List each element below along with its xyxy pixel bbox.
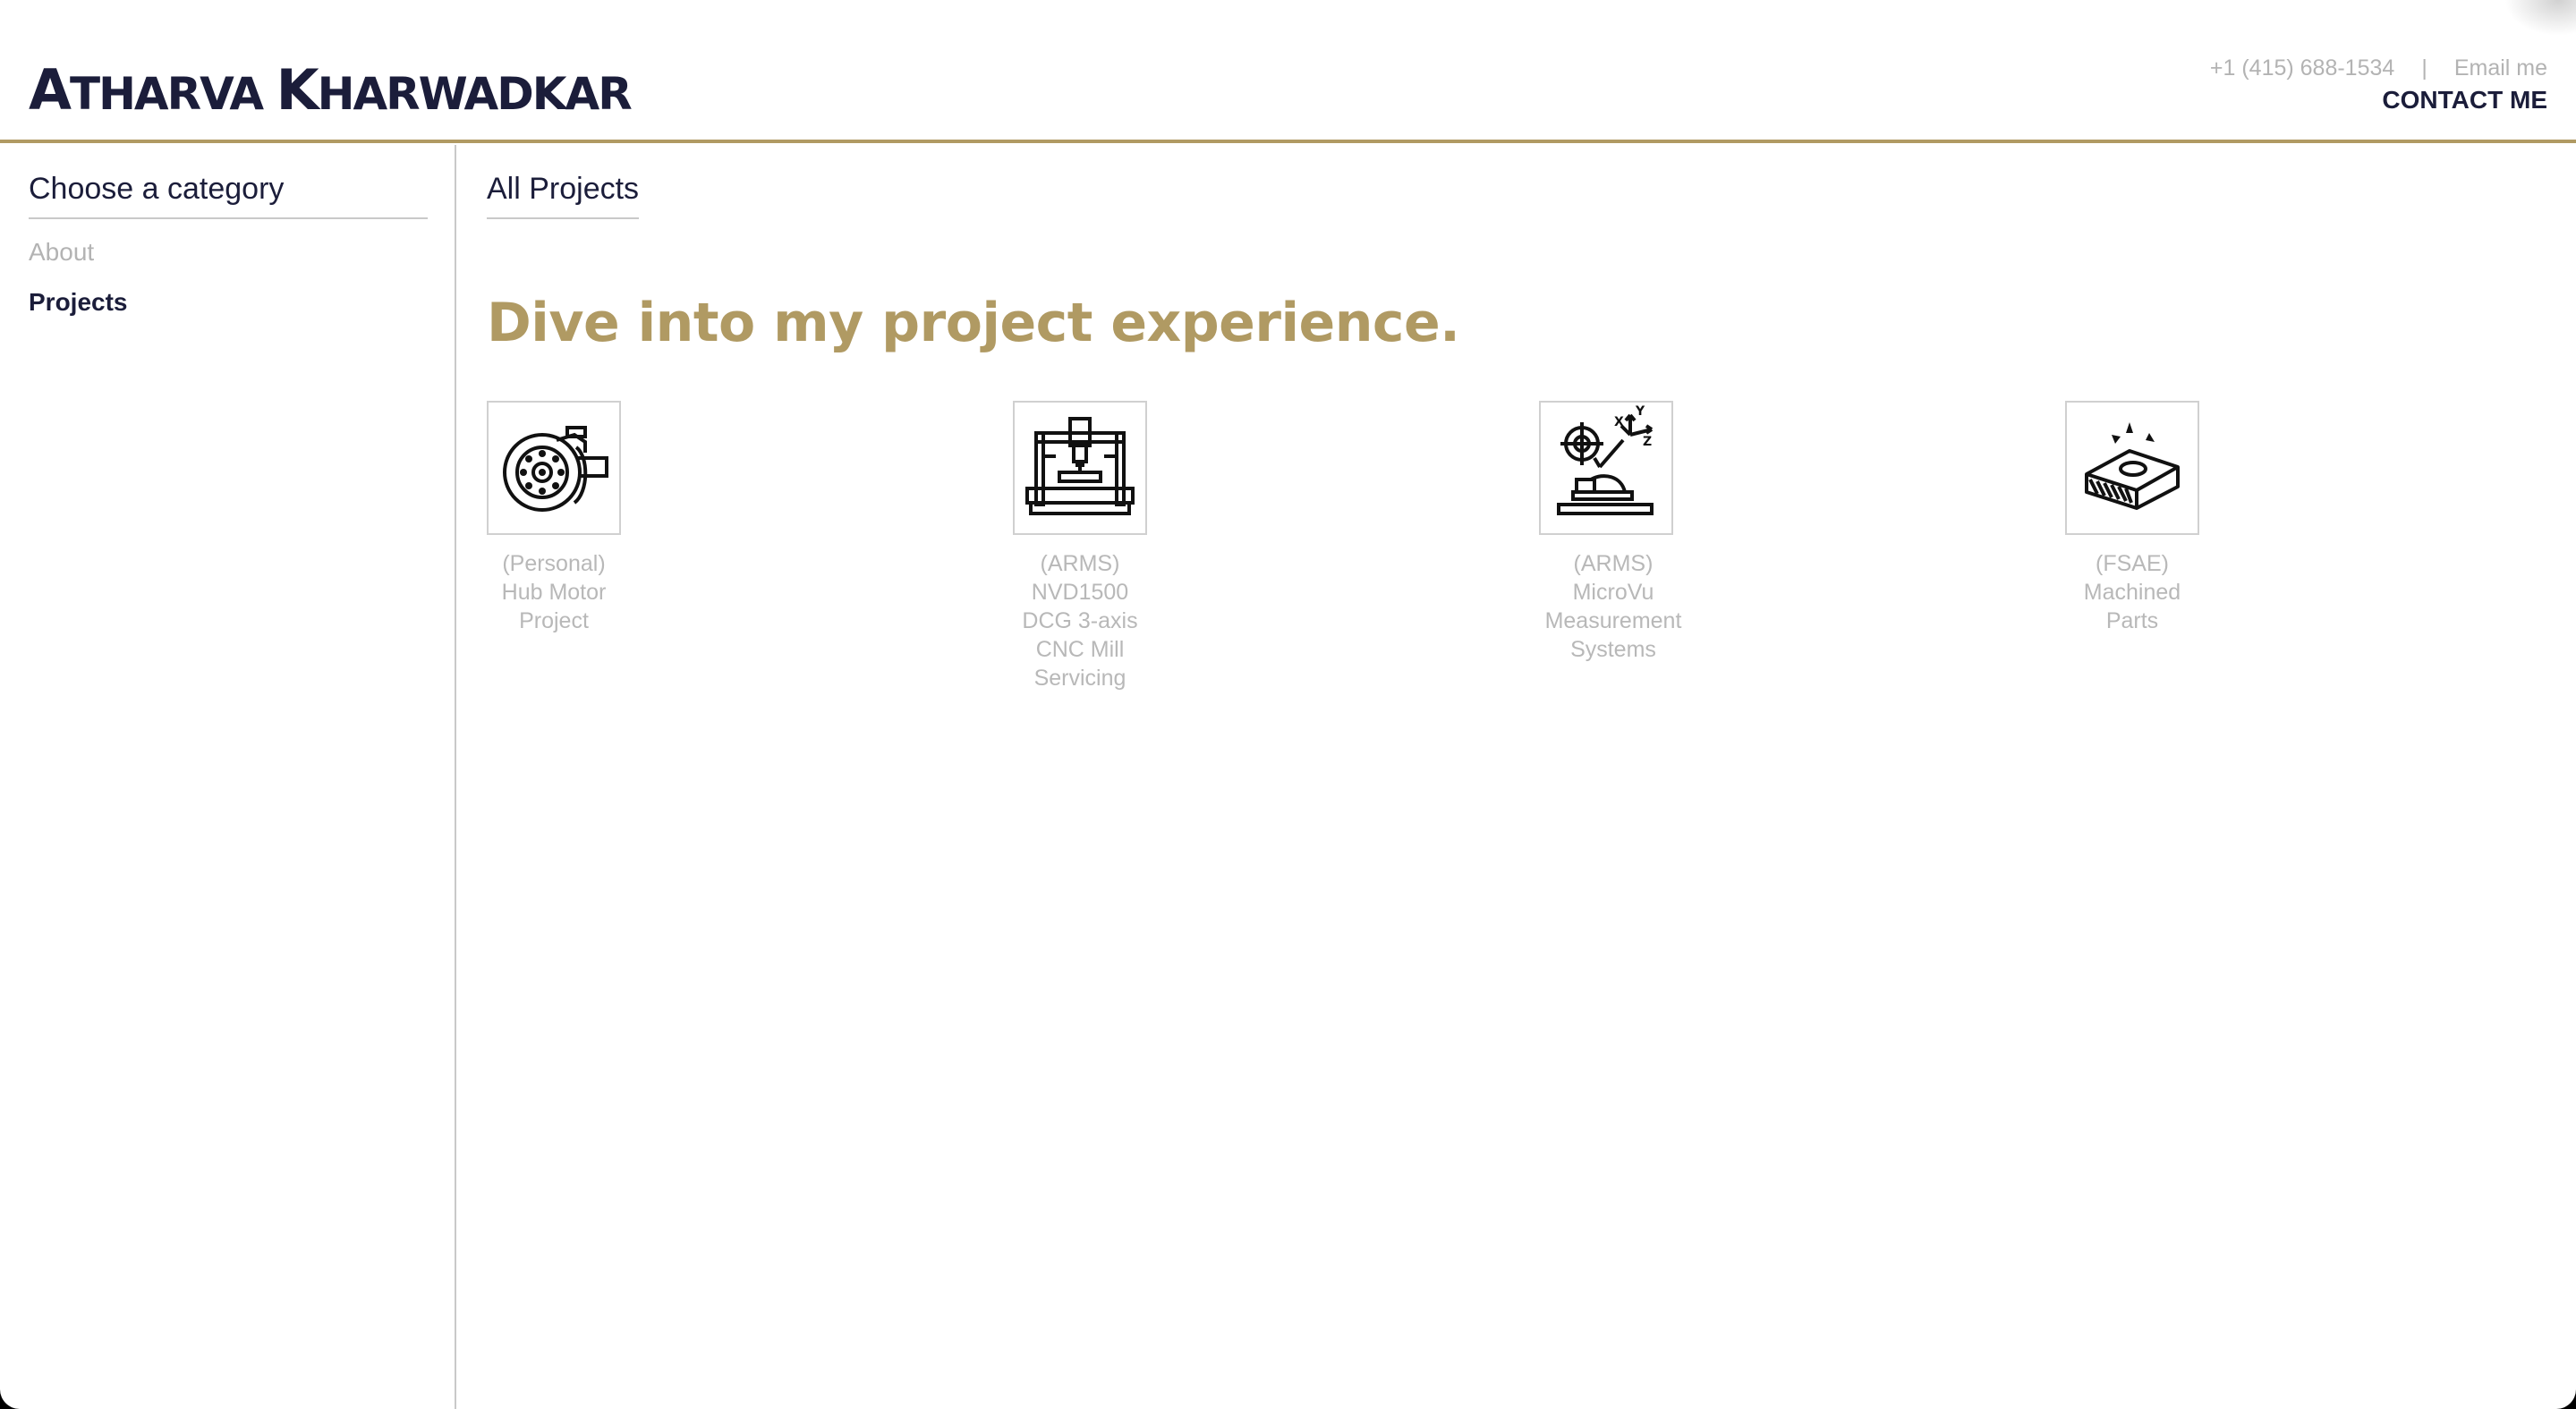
sidebar-item-about[interactable]: About [29, 238, 94, 267]
project-caption[interactable]: (FSAE) Machined Parts [2036, 549, 2228, 635]
caption-line: Machined [2083, 580, 2181, 605]
brand-initial-last: K [276, 57, 319, 123]
brand-last-name: HARWADKAR [317, 68, 633, 120]
site-header: ATHARVA KHARWADKAR +1 (415) 688-1534 | Ema… [0, 0, 2576, 143]
caption-line: NVD1500 [1031, 580, 1129, 605]
caption-line: CNC Mill [1035, 637, 1125, 662]
svg-text:X: X [1614, 415, 1624, 429]
cnc-mill-icon [1025, 417, 1135, 515]
caption-line: Systems [1570, 637, 1656, 662]
caption-line: (ARMS) [1040, 551, 1120, 576]
project-thumbnail[interactable]: X Y Z [1539, 401, 1673, 535]
measurement-system-icon: X Y Z [1557, 404, 1654, 515]
caption-line: (Personal) [502, 551, 606, 576]
project-thumbnail[interactable] [487, 401, 621, 535]
caption-line: Hub Motor [501, 580, 607, 605]
svg-text:Y: Y [1635, 404, 1645, 419]
svg-text:Z: Z [1643, 435, 1652, 449]
tab-all-projects[interactable]: All Projects [487, 172, 640, 219]
page-headline: Dive into my project experience. [487, 292, 1460, 354]
caption-line: Measurement [1544, 608, 1682, 633]
category-heading: Choose a category [29, 172, 428, 219]
caption-line: (FSAE) [2096, 551, 2169, 576]
project-thumbnail[interactable] [2065, 401, 2199, 535]
contact-line: +1 (415) 688-1534 | Email me [2210, 55, 2547, 81]
site-brand-logo[interactable]: ATHARVA KHARWADKAR [29, 63, 633, 120]
phone-link[interactable]: +1 (415) 688-1534 [2210, 55, 2394, 81]
caption-line: Parts [2105, 608, 2159, 633]
caption-line: DCG 3-axis [1022, 608, 1138, 633]
category-sidebar: Choose a category About Projects [0, 145, 456, 1409]
browser-window: ATHARVA KHARWADKAR +1 (415) 688-1534 | Ema… [0, 0, 2576, 1409]
brand-initial-first: A [29, 57, 72, 123]
caption-line: Project [519, 608, 589, 633]
contact-separator: | [2421, 55, 2427, 81]
caption-line: MicroVu [1572, 580, 1654, 605]
project-caption[interactable]: (ARMS) MicroVu Measurement Systems [1518, 549, 1709, 664]
contact-me-link[interactable]: CONTACT ME [2382, 86, 2547, 115]
main-content: All Projects Dive into my project experi… [458, 145, 2576, 1409]
project-caption[interactable]: (Personal) Hub Motor Project [458, 549, 650, 635]
sidebar-item-projects[interactable]: Projects [29, 288, 128, 317]
machined-part-icon [2085, 422, 2180, 510]
email-link[interactable]: Email me [2454, 55, 2547, 81]
project-caption[interactable]: (ARMS) NVD1500 DCG 3-axis CNC Mill Servi… [984, 549, 1176, 692]
hub-motor-icon [503, 426, 608, 512]
caption-line: Servicing [1033, 666, 1126, 691]
brand-first-name: THARVA [69, 68, 264, 120]
caption-line: (ARMS) [1573, 551, 1654, 576]
project-thumbnail[interactable] [1013, 401, 1147, 535]
